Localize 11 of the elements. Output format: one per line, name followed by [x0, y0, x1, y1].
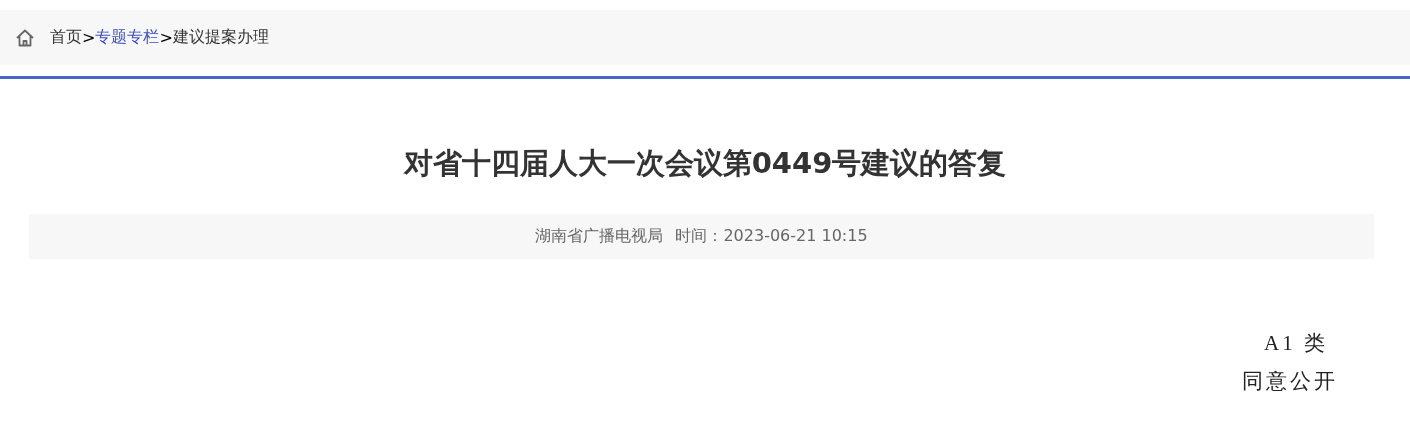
source-text: 湖南省广播电视局 [535, 226, 664, 247]
breadcrumb-separator: > [159, 28, 173, 47]
breadcrumb-link[interactable]: 专题专栏 [95, 27, 160, 48]
publish-time: 时间：2023-06-21 10:15 [675, 226, 868, 247]
body-text: A1 类 [1264, 330, 1328, 357]
home-icon[interactable] [15, 27, 35, 48]
article-title: 对省十四届人大一次会议第0449号建议的答复 [402, 145, 1008, 182]
breadcrumb-item[interactable]: 建议提案办理 [172, 27, 269, 48]
breadcrumb-separator: > [82, 28, 96, 47]
body-text: 同意公开 [1242, 368, 1338, 395]
breadcrumb-item[interactable]: 首页 [50, 27, 82, 48]
